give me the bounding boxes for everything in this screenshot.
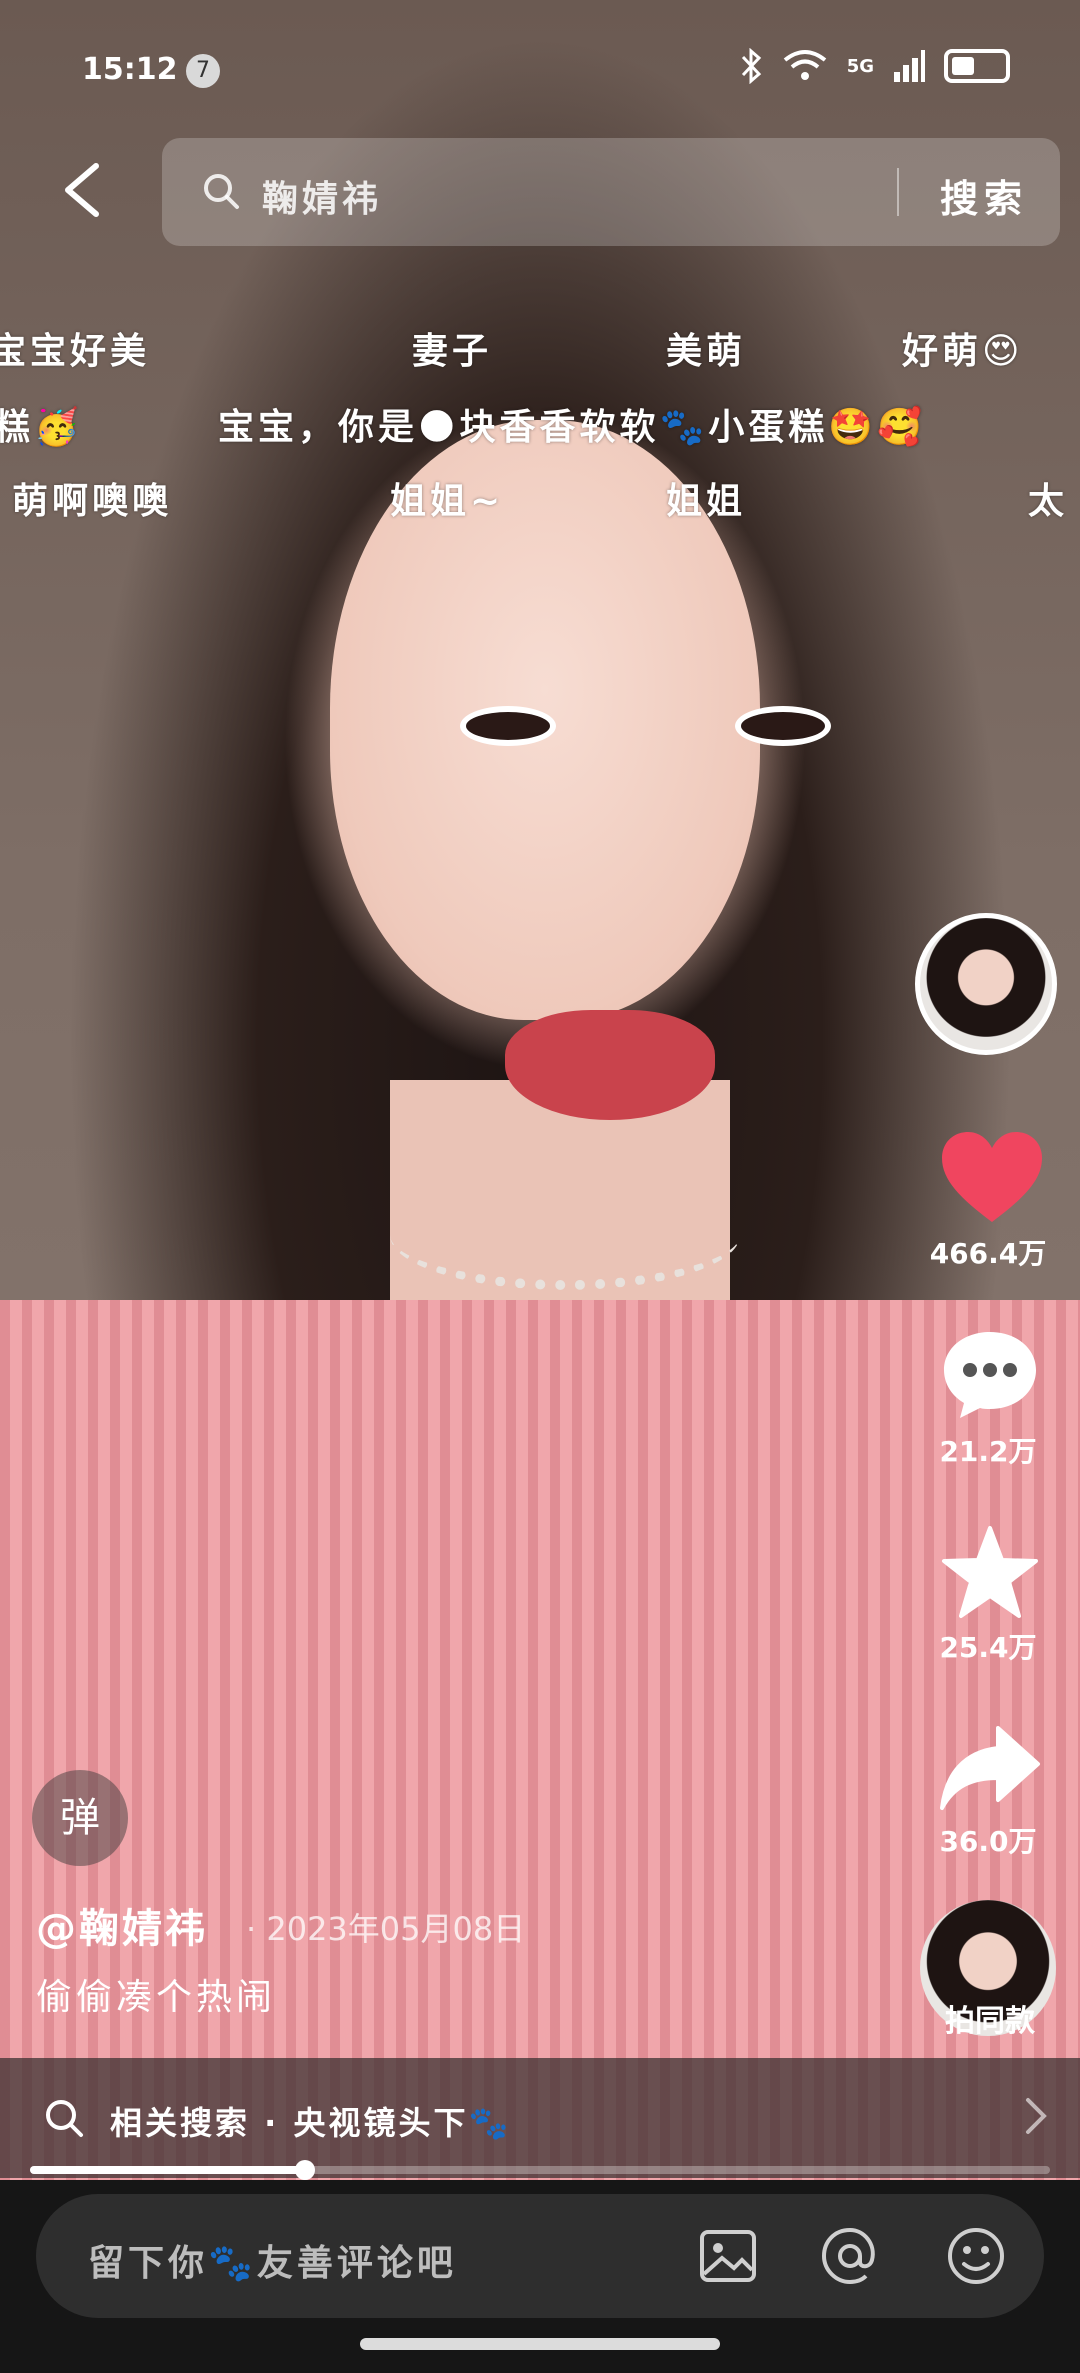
danmaku-toggle-button[interactable]: 弹: [32, 1770, 128, 1866]
search-icon: [46, 2100, 83, 2137]
video-subject-lips: [505, 1010, 715, 1120]
comment-icon[interactable]: [940, 1328, 1040, 1422]
progress-fill: [30, 2166, 306, 2174]
post-date: · 2023年05月08日: [246, 1910, 526, 1948]
video-subject-eye-right: [735, 706, 831, 746]
bluetooth-icon: [741, 48, 761, 84]
search-button[interactable]: 搜索: [940, 168, 1028, 223]
star-icon[interactable]: [940, 1524, 1040, 1620]
danmaku-item: 宝宝，你是🌑块香香软软🐾小蛋糕🤩🥰: [218, 407, 927, 448]
comment-input[interactable]: 留下你🐾友善评论吧: [36, 2194, 1044, 2318]
related-search-label: 相关搜索 · 央视镜头下🐾: [110, 2104, 512, 2142]
danmaku-item: 姐姐: [666, 481, 747, 522]
danmaku-item: 宝宝好美: [0, 331, 151, 372]
chevron-right-icon: [1026, 2098, 1047, 2134]
search-icon: [204, 174, 239, 209]
like-icon[interactable]: [940, 1130, 1044, 1226]
mention-icon[interactable]: [818, 2224, 882, 2288]
danmaku-item: 美萌: [666, 331, 747, 372]
share-count: 36.0万: [939, 1825, 1037, 1858]
danmaku-item: 糕🥳: [0, 407, 83, 448]
status-time: 15:12: [82, 52, 178, 87]
danmaku-item: 太: [1028, 481, 1069, 522]
notification-badge: 7: [186, 54, 220, 88]
home-indicator[interactable]: [360, 2338, 720, 2350]
favorite-count: 25.4万: [939, 1631, 1037, 1664]
search-input[interactable]: 鞠婧祎: [262, 170, 382, 222]
danmaku-item: 萌啊噢噢: [12, 481, 173, 522]
comment-placeholder: 留下你🐾友善评论吧: [88, 2243, 457, 2284]
remix-label[interactable]: 拍同款: [910, 1996, 1070, 2040]
status-bar: 15:12 7 5G: [0, 0, 1080, 140]
share-icon[interactable]: [938, 1724, 1042, 1812]
author-name[interactable]: @鞠婧祎: [36, 1896, 208, 1954]
related-search-bar[interactable]: 相关搜索 · 央视镜头下🐾: [0, 2058, 1080, 2178]
emoji-icon[interactable]: [944, 2224, 1008, 2288]
video-caption: 偷偷凑个热闹: [36, 1977, 277, 2018]
like-count: 466.4万: [929, 1237, 1047, 1270]
back-icon[interactable]: [58, 160, 108, 220]
author-avatar[interactable]: [915, 913, 1057, 1055]
video-subject-necklace: [390, 1180, 740, 1290]
network-label: 5G: [846, 55, 874, 77]
video-progress-bar[interactable]: [30, 2160, 1050, 2180]
status-icons: 5G: [739, 48, 1010, 84]
danmaku-item: 姐姐~: [390, 481, 505, 522]
search-bar[interactable]: 鞠婧祎 搜索: [162, 138, 1060, 246]
wifi-icon: [783, 50, 826, 80]
search-divider: [897, 168, 899, 216]
danmaku-item: 妻子: [412, 331, 493, 372]
comment-count: 21.2万: [939, 1435, 1037, 1468]
video-subject-eye-left: [460, 706, 556, 746]
danmaku-item: 好萌😍: [902, 331, 1024, 372]
battery-icon: [944, 49, 1010, 83]
image-icon[interactable]: [696, 2224, 760, 2288]
signal-icon: [894, 50, 925, 82]
bottom-bar: 留下你🐾友善评论吧: [0, 2180, 1080, 2373]
